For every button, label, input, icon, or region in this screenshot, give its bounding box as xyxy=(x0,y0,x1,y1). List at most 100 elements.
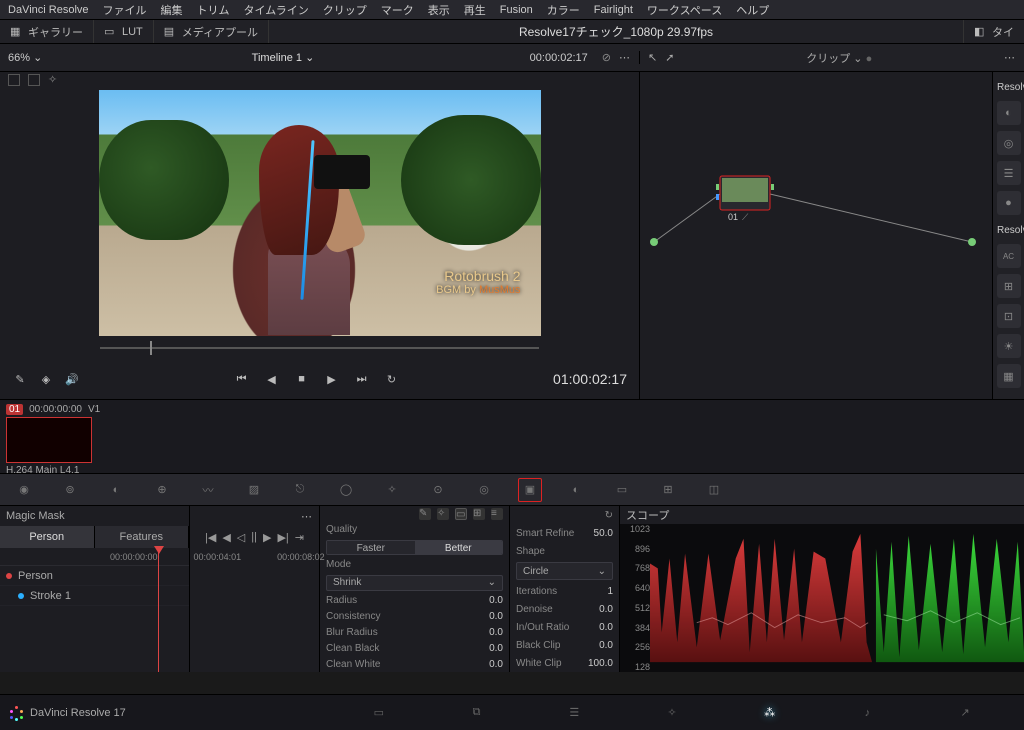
shape-select[interactable]: Circle⌄ xyxy=(516,562,613,580)
palette-rgb-icon[interactable]: ⊕ xyxy=(150,478,174,502)
menu-trim[interactable]: トリム xyxy=(197,2,230,18)
picker-icon[interactable]: ✎ xyxy=(12,371,28,387)
seg-better[interactable]: Better xyxy=(415,541,503,554)
menu-mark[interactable]: マーク xyxy=(381,2,414,18)
bypass-icon[interactable]: ⊘ xyxy=(602,51,611,64)
stop-button[interactable]: ■ xyxy=(294,371,310,387)
menu-fusion[interactable]: Fusion xyxy=(500,4,533,16)
kf-pause-icon[interactable]: || xyxy=(251,531,257,543)
stack-icon[interactable]: ◈ xyxy=(38,371,54,387)
menu-file[interactable]: ファイル xyxy=(103,2,147,18)
menubar[interactable]: DaVinci Resolve ファイル 編集 トリム タイムライン クリップ … xyxy=(0,0,1024,20)
page-media-icon[interactable]: ▭ xyxy=(367,704,391,722)
tool-2[interactable] xyxy=(28,74,40,86)
arrow-icon[interactable]: ➚ xyxy=(665,51,674,64)
param-tool-2[interactable]: ✧ xyxy=(437,508,449,520)
transport-timecode[interactable]: 01:00:02:17 xyxy=(553,371,627,387)
node-graph[interactable]: 01 ⟋ xyxy=(640,72,992,399)
page-color-icon[interactable]: ⁂ xyxy=(758,704,782,722)
volume-icon[interactable]: 🔊 xyxy=(64,371,80,387)
smart-value[interactable]: 50.0 xyxy=(579,528,613,539)
side-icon-7[interactable]: ⊡ xyxy=(997,304,1021,328)
quality-segment[interactable]: Faster Better xyxy=(326,540,503,555)
param-tool-4[interactable]: ⊞ xyxy=(473,508,485,520)
mm-options[interactable]: ⋯ xyxy=(301,510,313,523)
pointer-icon[interactable]: ↖ xyxy=(648,51,657,64)
side-icon-2[interactable]: ◎ xyxy=(997,131,1021,155)
palette-3d-icon[interactable]: ◫ xyxy=(702,478,726,502)
kf-rev-icon[interactable]: ◁ xyxy=(237,531,245,544)
first-frame-button[interactable]: ⏮ xyxy=(234,371,250,387)
viewer-options[interactable]: ⋯ xyxy=(619,51,631,64)
side-icon-3[interactable]: ☰ xyxy=(997,161,1021,185)
iter-value[interactable]: 1 xyxy=(579,586,613,597)
playhead[interactable] xyxy=(158,548,159,672)
node-options[interactable]: ⋯ xyxy=(1004,51,1016,64)
row-stroke[interactable]: Stroke 1 xyxy=(0,586,189,606)
loop-button[interactable]: ↻ xyxy=(384,371,400,387)
viewer-scrub[interactable] xyxy=(0,337,639,359)
tab-features[interactable]: Features xyxy=(95,526,190,548)
prev-frame-button[interactable]: ◀ xyxy=(264,371,280,387)
blur-value[interactable]: 0.0 xyxy=(469,627,503,638)
palette-curves-icon[interactable]: 〰 xyxy=(196,478,220,502)
row-person[interactable]: Person xyxy=(0,566,189,586)
kf-prev-icon[interactable]: ◀ xyxy=(222,531,230,544)
param-tool-5[interactable]: ≡ xyxy=(491,508,503,520)
palette-wheels-icon[interactable]: ⊚ xyxy=(58,478,82,502)
menu-timeline[interactable]: タイムライン xyxy=(244,2,309,18)
palette-blur-icon[interactable]: ◐ xyxy=(564,478,588,502)
tab-person[interactable]: Person xyxy=(0,526,95,548)
io-value[interactable]: 0.0 xyxy=(579,622,613,633)
magicmask-timeline[interactable]: 00:00:00:00 00:00:04:01 00:00:08:02 Pers… xyxy=(0,548,189,672)
radius-value[interactable]: 0.0 xyxy=(469,595,503,606)
menu-resolve[interactable]: DaVinci Resolve xyxy=(8,4,89,16)
kf-play-icon[interactable]: ▶ xyxy=(263,531,271,544)
menu-help[interactable]: ヘルプ xyxy=(736,2,769,18)
param-tool-1[interactable]: ✎ xyxy=(419,508,431,520)
mode-select[interactable]: Shrink⌄ xyxy=(326,575,503,591)
side-icon-1[interactable]: ◐ xyxy=(997,101,1021,125)
palette-qualifier-icon[interactable]: ⎋ xyxy=(288,478,312,502)
side-icon-6[interactable]: ⊞ xyxy=(997,274,1021,298)
side-icon-9[interactable]: ▦ xyxy=(997,364,1021,388)
palette-warper-icon[interactable]: ▨ xyxy=(242,478,266,502)
clip-thumb[interactable] xyxy=(6,417,92,463)
menu-edit[interactable]: 編集 xyxy=(161,2,183,18)
menu-workspace[interactable]: ワークスペース xyxy=(647,2,722,18)
clip-menu[interactable]: クリップ ⌄ ● xyxy=(682,50,996,66)
side-icon-4[interactable]: ● xyxy=(997,191,1021,215)
palette-magicmask-icon[interactable]: ▣ xyxy=(518,478,542,502)
cleanwhite-value[interactable]: 0.0 xyxy=(469,659,503,670)
menu-clip[interactable]: クリップ xyxy=(323,2,367,18)
palette-primary-icon[interactable]: ◐ xyxy=(104,478,128,502)
zoom-menu[interactable]: 66% ⌄ xyxy=(8,51,42,64)
seg-faster[interactable]: Faster xyxy=(327,541,415,554)
cleanblack-value[interactable]: 0.0 xyxy=(469,643,503,654)
page-edit-icon[interactable]: ☰ xyxy=(562,704,586,722)
menu-color[interactable]: カラー xyxy=(547,2,580,18)
kf-next-icon[interactable]: ▶| xyxy=(277,531,288,544)
palette-tracker-icon[interactable]: ✧ xyxy=(380,478,404,502)
palette-sizing-icon[interactable]: ⊞ xyxy=(656,478,680,502)
consistency-value[interactable]: 0.0 xyxy=(469,611,503,622)
side-icon-5[interactable]: AC xyxy=(997,244,1021,268)
last-frame-button[interactable]: ⏭ xyxy=(354,371,370,387)
wc-value[interactable]: 100.0 xyxy=(579,658,613,669)
page-deliver-icon[interactable]: ↗ xyxy=(953,704,977,722)
timeline-name[interactable]: Timeline 1 ⌄ xyxy=(50,51,515,64)
menu-playback[interactable]: 再生 xyxy=(464,2,486,18)
palette-target-icon[interactable]: ◎ xyxy=(472,478,496,502)
tool-1[interactable] xyxy=(8,74,20,86)
play-button[interactable]: ▶ xyxy=(324,371,340,387)
right-panel-button[interactable]: ◧ タイ xyxy=(963,20,1024,43)
side-icon-8[interactable]: ☀ xyxy=(997,334,1021,358)
menu-view[interactable]: 表示 xyxy=(428,2,450,18)
viewer-image[interactable]: Rotobrush 2 BGM by MusMus xyxy=(99,90,541,336)
bc-value[interactable]: 0.0 xyxy=(579,640,613,651)
kf-first-icon[interactable]: |◀ xyxy=(205,531,216,544)
denoise-value[interactable]: 0.0 xyxy=(579,604,613,615)
palette-window-icon[interactable]: ◯ xyxy=(334,478,358,502)
mediapool-button[interactable]: ▤ メディアプール xyxy=(154,20,269,43)
lut-button[interactable]: ▭ LUT xyxy=(94,20,154,43)
